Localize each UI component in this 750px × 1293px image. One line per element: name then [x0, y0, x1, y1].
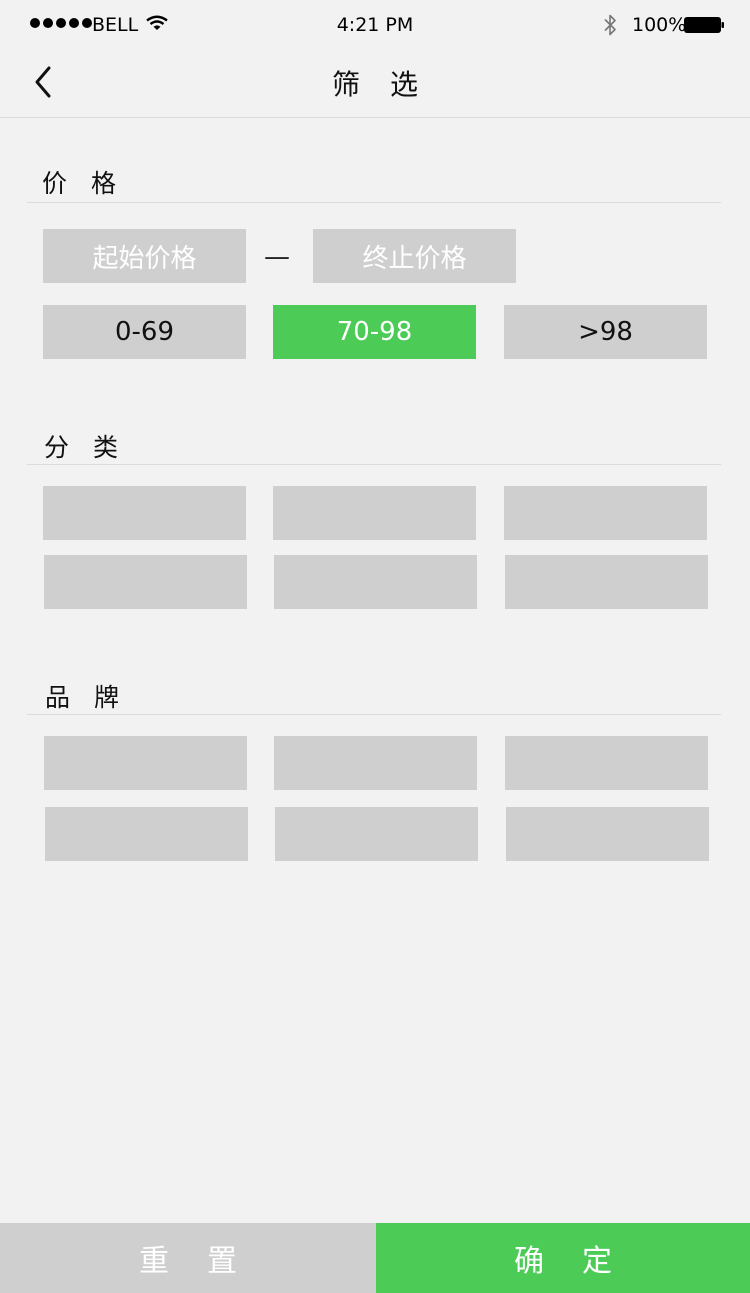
brand-option[interactable] [505, 736, 708, 790]
price-range-option[interactable]: >98 [504, 305, 707, 359]
end-price-input[interactable]: 终止价格 [313, 229, 516, 283]
bluetooth-icon [604, 14, 616, 36]
page-title: 筛选 [331, 68, 448, 101]
category-option[interactable] [504, 486, 707, 540]
nav-bar: 筛选 [0, 50, 750, 118]
price-range-separator: — [264, 242, 290, 272]
category-option[interactable] [273, 486, 476, 540]
category-divider [27, 464, 721, 465]
price-divider [27, 202, 721, 203]
category-option[interactable] [505, 555, 708, 609]
confirm-button[interactable]: 确定 [376, 1223, 750, 1293]
category-option[interactable] [274, 555, 477, 609]
brand-divider [27, 714, 721, 715]
price-range-option-selected[interactable]: 70-98 [273, 305, 476, 359]
category-section-title: 分类 [44, 433, 143, 462]
category-option[interactable] [44, 555, 247, 609]
category-option[interactable] [43, 486, 246, 540]
brand-option[interactable] [44, 736, 247, 790]
reset-button[interactable]: 重置 [0, 1223, 376, 1293]
status-bar: BELL 4:21 PM 100% [0, 0, 750, 50]
brand-option[interactable] [275, 807, 478, 861]
bottom-action-bar: 重置 确定 [0, 1223, 750, 1293]
brand-option[interactable] [506, 807, 709, 861]
start-price-input[interactable]: 起始价格 [43, 229, 246, 283]
price-range-option[interactable]: 0-69 [43, 305, 246, 359]
battery-percent: 100% [632, 14, 687, 36]
brand-section-title: 品牌 [45, 683, 144, 712]
brand-option[interactable] [274, 736, 477, 790]
price-section-title: 价格 [42, 169, 141, 198]
battery-icon [684, 17, 724, 33]
brand-option[interactable] [45, 807, 248, 861]
